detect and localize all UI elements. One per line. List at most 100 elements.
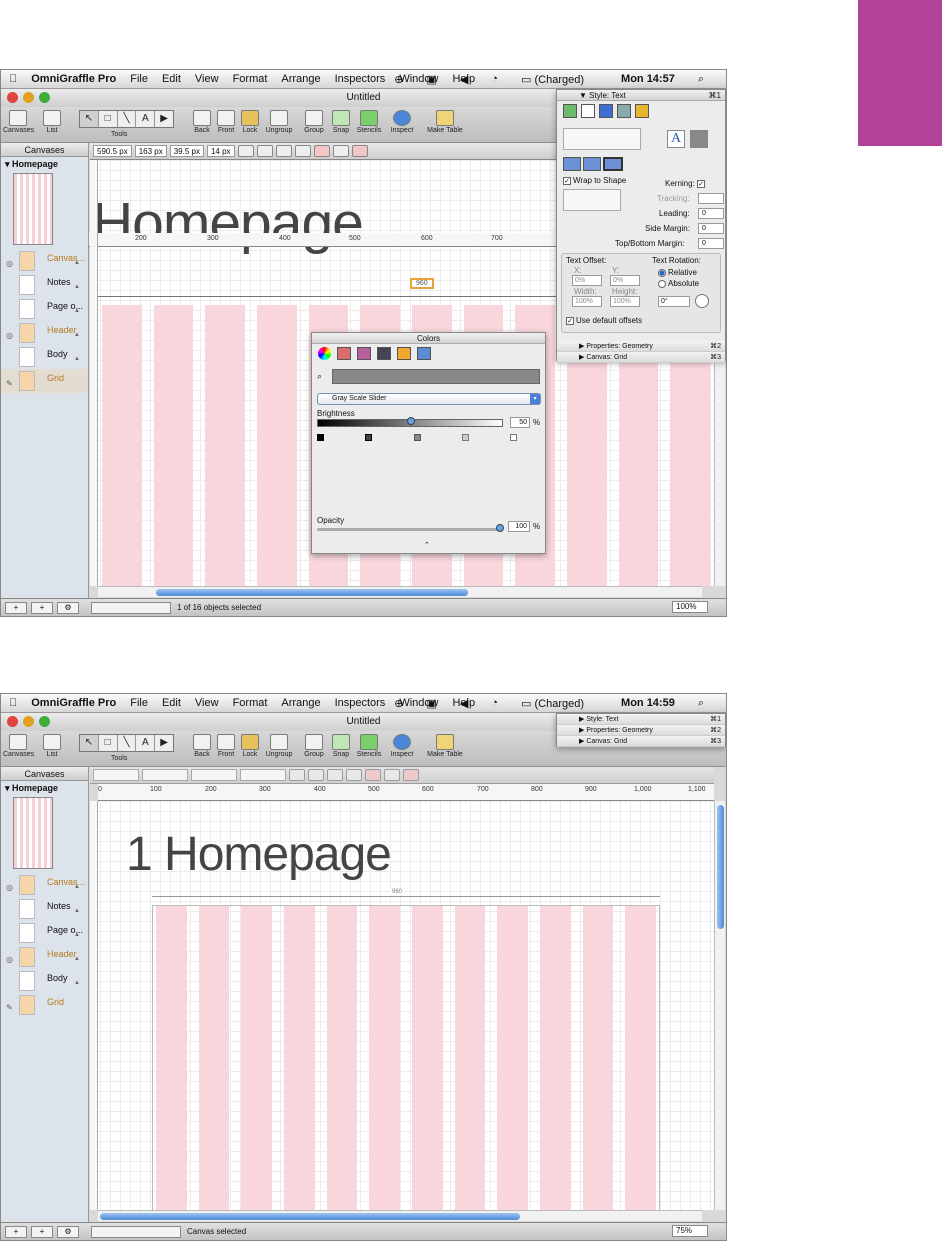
font-icon[interactable]: A [667,130,685,148]
zoom-select[interactable]: 100% [672,601,708,613]
add-canvas-button[interactable]: + [5,601,27,614]
canvas-grid-row[interactable]: ▶ Canvas: Grid ⌘3 [557,352,725,363]
shape-tool[interactable]: □ [99,111,118,127]
menu-view[interactable]: View [195,697,219,709]
vertical-scroll-thumb[interactable] [717,805,724,929]
y-position-field[interactable]: 163 px [134,145,167,157]
selection-tool[interactable]: ↖ [80,735,99,751]
add-layer-button[interactable]: + [31,601,53,614]
style-panel-header[interactable]: ▼ Style: Text ⌘1 [557,90,725,101]
sync-icon[interactable]: ⊕ [394,73,403,86]
add-layer-button[interactable]: + [31,1225,53,1238]
lock-icon[interactable]: ▲ [74,302,80,320]
canvas-thumbnail[interactable] [13,173,53,245]
list-toolbar-button[interactable]: List [37,110,67,134]
volume-icon[interactable]: ◀ [460,73,468,86]
gear-icon[interactable]: ⚙ [57,1225,79,1238]
app-menu[interactable]: OmniGraffle Pro [31,697,116,709]
list-toolbar-button[interactable]: List [37,734,67,758]
lock-icon[interactable]: ▲ [74,926,80,944]
timemachine-icon[interactable]: ◔ [491,73,498,86]
menu-view[interactable]: View [195,73,219,85]
leading-field[interactable]: 0 [698,208,724,219]
snap-button[interactable]: Snap [326,110,356,134]
color-wheel-icon[interactable] [318,347,331,360]
gear-icon[interactable]: ⚙ [57,601,79,614]
rotation-field[interactable]: 0° [658,296,690,307]
close-button[interactable] [7,92,18,103]
sidebar-page-homepage[interactable]: ▾ Homepage [1,781,88,796]
display-icon[interactable]: ▣ [427,73,437,86]
layer-canvas[interactable]: ◎ Canvas... ▲ [1,249,88,273]
layer-header[interactable]: ◎ Header ▲ [1,945,88,969]
ungroup-button[interactable]: Ungroup [264,734,294,758]
relative-radio[interactable]: Relative [658,268,697,277]
menu-arrange[interactable]: Arrange [281,697,320,709]
menu-edit[interactable]: Edit [162,73,181,85]
shape-tool[interactable]: □ [99,735,118,751]
menu-file[interactable]: File [130,73,148,85]
offset-x-field[interactable]: 0% [572,275,602,286]
lock-button[interactable]: Lock [235,734,265,758]
layer-notes[interactable]: Notes ▲ [1,897,88,921]
text-tool[interactable]: A [136,735,156,751]
layer-eye-icon[interactable]: ◎ [6,951,13,969]
opacity-slider-knob[interactable] [496,524,504,532]
lock-icon[interactable]: ▲ [74,974,80,992]
magnifier-icon[interactable]: ⌕ [317,371,325,382]
stroke-none-button[interactable] [365,769,381,781]
use-default-offsets-checkbox[interactable]: ✓ Use default offsets [566,316,642,325]
horizontal-scrollbar[interactable] [98,1210,702,1221]
selection-tool[interactable]: ↖ [80,111,99,127]
stencils-button[interactable]: Stencils [354,734,384,758]
canvas-grid-row[interactable]: ▶ Canvas: Grid ⌘3 [557,736,725,747]
close-button[interactable] [7,716,18,727]
fill-button[interactable] [289,769,305,781]
sidebar-page-homepage[interactable]: ▾ Homepage [1,157,88,172]
canvases-toolbar-button[interactable]: Canvases [3,110,34,134]
canvas-title-text[interactable]: 1 Homepage [126,827,392,882]
properties-geometry-row[interactable]: ▶ Properties: Geometry ⌘2 [557,341,725,352]
layer-eye-icon[interactable]: ◎ [6,879,13,897]
style-tray[interactable] [91,1225,181,1238]
menu-format[interactable]: Format [233,73,268,85]
zoom-select[interactable]: 75% [672,1225,708,1237]
battery-status[interactable]: ▭ (Charged) [521,73,598,86]
fill-icon[interactable] [563,104,577,118]
brightness-field[interactable]: 50 [510,417,530,428]
offset-y-field[interactable]: 0% [610,275,640,286]
menu-format[interactable]: Format [233,697,268,709]
vertical-scrollbar[interactable] [714,801,725,1210]
style-tray[interactable] [91,601,171,614]
opacity-slider[interactable] [317,528,503,531]
layer-eye-icon[interactable]: ◎ [6,327,13,345]
horizontal-scroll-thumb[interactable] [156,589,468,596]
group-button[interactable]: Group [299,110,329,134]
text-fit-options[interactable] [563,189,621,211]
offset-height-field[interactable]: 100% [610,296,640,307]
shadow-button[interactable] [332,145,349,157]
height-field[interactable] [240,769,286,781]
swatch-white[interactable] [510,434,517,441]
horizontal-scroll-thumb[interactable] [100,1213,520,1220]
stroke-icon[interactable] [581,104,595,118]
canvas-area[interactable]: 1 Homepage 960 [90,801,714,1210]
shadow-icon[interactable] [599,104,613,118]
opacity-field[interactable]: 100 [508,521,530,532]
y-position-field[interactable] [142,769,188,781]
text-style-icon[interactable] [635,104,649,118]
stroke-none-button[interactable] [313,145,330,157]
layer-canvas[interactable]: ◎ Canvas... ▲ [1,873,88,897]
pencil-icon[interactable]: ✎ [6,375,13,393]
swatch-dark-gray[interactable] [365,434,373,441]
align-right-button[interactable] [346,769,362,781]
width-field[interactable] [191,769,237,781]
shadow-button[interactable] [384,769,400,781]
text-tool[interactable]: A [136,111,156,127]
make-table-button[interactable]: Make Table [425,734,465,758]
image-icon[interactable] [617,104,631,118]
layer-page-o[interactable]: Page o... ▲ [1,921,88,945]
crayons-icon[interactable] [397,347,411,360]
group-button[interactable]: Group [299,734,329,758]
inspect-button[interactable]: Inspect [387,734,417,758]
